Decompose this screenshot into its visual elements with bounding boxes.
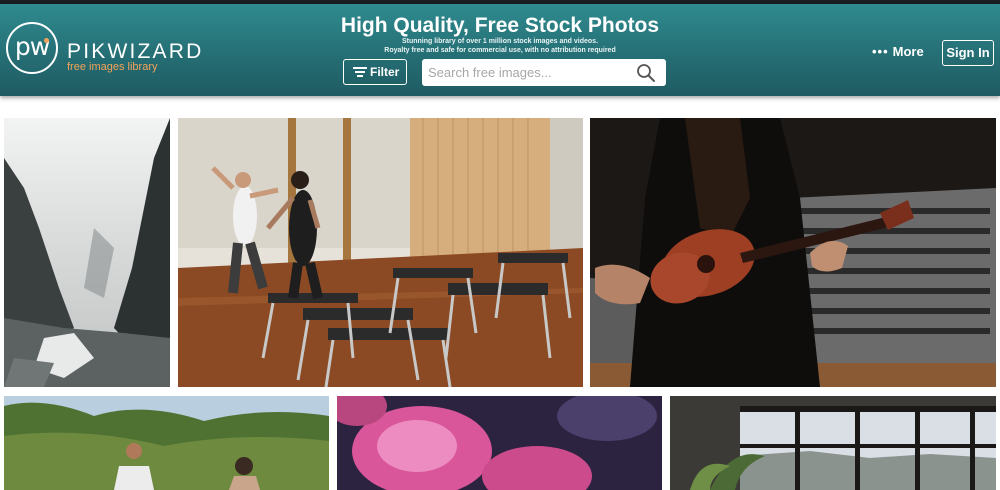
photo-pilates-studio[interactable] [178,118,583,387]
photo-ukulele-console[interactable] [590,118,996,387]
filter-button-label: Filter [370,65,400,79]
photo-misty-gorge[interactable] [4,118,170,387]
photo-yoga-outdoors-image [4,396,329,490]
site-header: pw PIKWIZARD free images library High Qu… [0,4,1000,96]
photo-office-window[interactable] [670,396,996,490]
horizontal-dots-icon: ••• [872,44,889,59]
more-menu-button[interactable]: ••• More [872,44,924,60]
sign-in-button[interactable]: Sign In [942,40,994,66]
photo-pink-roses-image [337,396,662,490]
logo-text: pw [14,32,50,61]
logo-dot [44,38,49,43]
filter-lines-icon [353,67,367,78]
photo-pilates-studio-image [178,118,583,387]
photo-office-window-image [670,396,996,490]
page-headline: High Quality, Free Stock Photos [340,14,660,37]
photo-pink-roses[interactable] [337,396,662,490]
more-label: More [892,44,924,59]
photo-misty-gorge-image [4,118,170,387]
headline-subtext-2: Royalty free and safe for commercial use… [384,47,616,54]
search-input[interactable] [428,62,628,83]
photo-yoga-outdoors[interactable] [4,396,329,490]
photo-ukulele-console-image [590,118,996,387]
magnifier-icon[interactable] [636,63,656,83]
search-box[interactable] [422,59,666,86]
headline-subtext-1: Stunning library of over 1 million stock… [401,38,599,45]
filter-button[interactable]: Filter [343,59,407,85]
brand-tagline: free images library [67,61,158,73]
logo-badge[interactable]: pw [6,22,58,74]
brand-name[interactable]: PIKWIZARD [67,41,203,63]
